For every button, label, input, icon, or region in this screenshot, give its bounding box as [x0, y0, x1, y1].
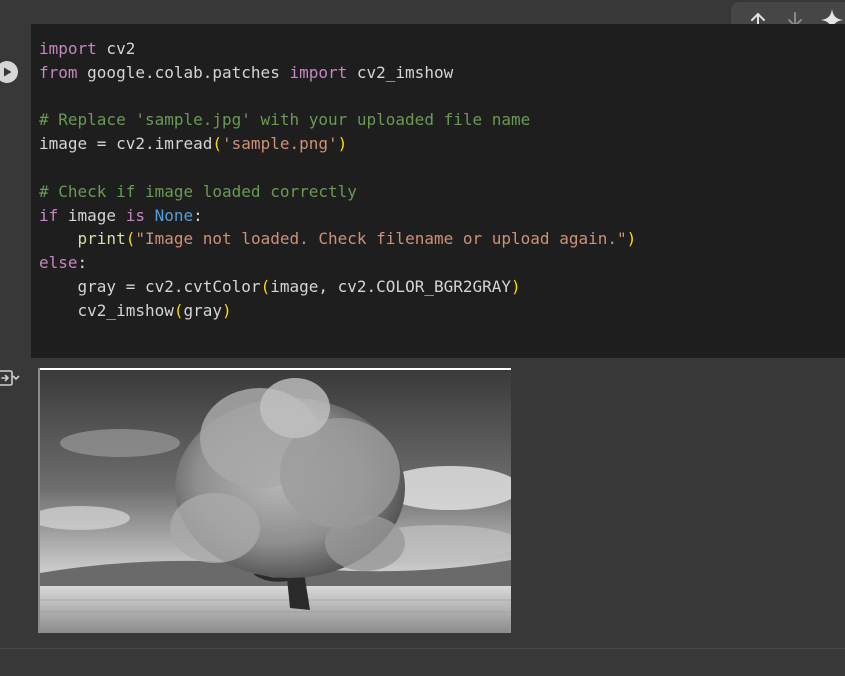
- code-token: image: [58, 205, 126, 225]
- code-token: image, cv2.COLOR_BGR2GRAY: [270, 276, 512, 296]
- code-token: cv2: [96, 39, 136, 58]
- code-editor[interactable]: import cv2 from google.colab.patches impo…: [31, 24, 845, 358]
- output-menu-icon: [0, 370, 20, 386]
- cell-output: [0, 358, 845, 648]
- code-line: print("Image not loaded. Check filename …: [39, 227, 845, 251]
- code-token: "Image not loaded. Check filename or upl…: [135, 229, 627, 249]
- code-token: :: [193, 205, 203, 225]
- code-token: gray = cv2.cvtColor: [39, 276, 261, 296]
- top-strip: [0, 0, 845, 24]
- code-line: import cv2: [39, 37, 845, 61]
- code-token: :: [77, 253, 88, 273]
- code-line: gray = cv2.cvtColor(image, cv2.COLOR_BGR…: [39, 275, 845, 299]
- code-token: ): [337, 134, 348, 154]
- code-token: import: [289, 62, 348, 82]
- code-line: # Check if image loaded correctly: [39, 180, 845, 204]
- code-line: # Replace 'sample.jpg' with your uploade…: [39, 108, 845, 132]
- code-token: ): [222, 300, 232, 320]
- code-line: else:: [39, 251, 845, 275]
- code-token: # Replace 'sample.jpg' with your uploade…: [39, 110, 531, 130]
- code-token: None: [154, 205, 194, 225]
- code-token: 'sample.png': [222, 134, 338, 154]
- code-token: import: [39, 39, 97, 58]
- code-token: print: [77, 229, 126, 249]
- code-token: # Check if image loaded correctly: [39, 181, 357, 201]
- code-token: is: [125, 205, 145, 225]
- code-line: if image is None:: [39, 204, 845, 228]
- code-token: if: [39, 205, 59, 225]
- output-image: [38, 368, 511, 633]
- output-actions-button[interactable]: [0, 368, 20, 388]
- cell-gutter: [0, 24, 31, 358]
- code-token: ): [626, 229, 637, 249]
- code-token: cv2_imshow: [39, 300, 174, 320]
- code-token: from: [39, 62, 78, 82]
- play-icon: [4, 67, 12, 77]
- code-line: from google.colab.patches import cv2_ims…: [39, 61, 845, 85]
- code-line: cv2_imshow(gray): [39, 299, 845, 323]
- run-cell-button[interactable]: [0, 61, 18, 83]
- code-token: (: [125, 229, 136, 249]
- code-token: cv2_imshow: [347, 62, 454, 82]
- code-token: gray: [183, 300, 223, 320]
- code-token: (: [260, 276, 271, 296]
- code-line: image = cv2.imread('sample.png'): [39, 132, 845, 156]
- code-token: (: [212, 134, 223, 154]
- grayscale-tree-image: [40, 370, 511, 633]
- code-token: google.colab.patches: [77, 62, 290, 82]
- code-token: else: [39, 253, 78, 273]
- code-token: (: [173, 300, 184, 320]
- bottom-strip: [0, 648, 845, 676]
- code-token: image = cv2.imread: [39, 134, 213, 154]
- code-token: ): [511, 276, 521, 296]
